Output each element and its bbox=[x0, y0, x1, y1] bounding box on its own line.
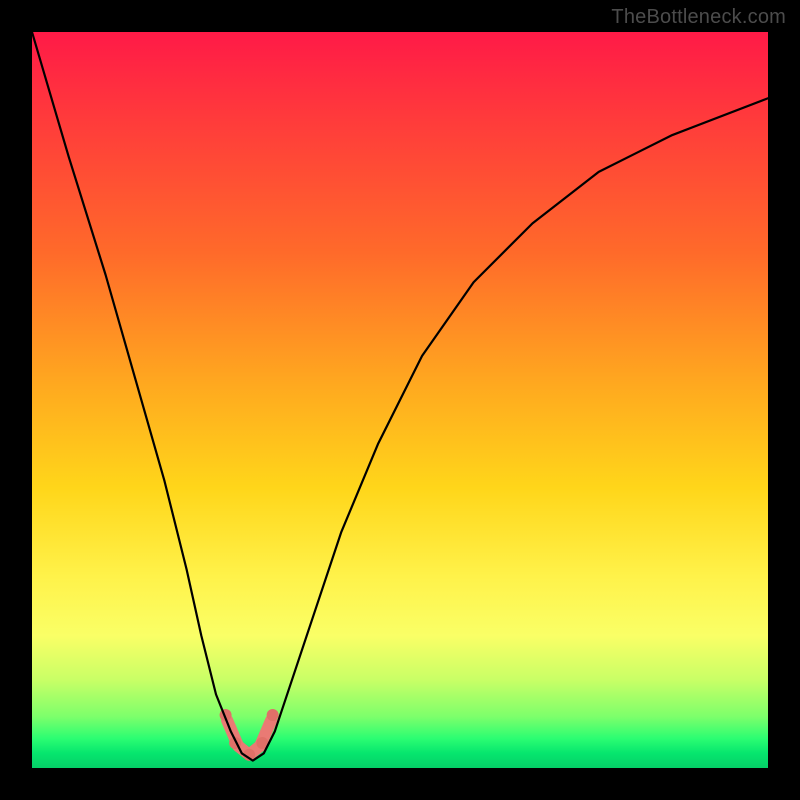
attribution-text: TheBottleneck.com bbox=[611, 6, 786, 29]
chart-frame: TheBottleneck.com bbox=[0, 0, 800, 800]
curve-layer bbox=[32, 32, 768, 768]
bottleneck-curve bbox=[32, 32, 768, 761]
valley-dot bbox=[267, 709, 279, 721]
plot-area bbox=[32, 32, 768, 768]
